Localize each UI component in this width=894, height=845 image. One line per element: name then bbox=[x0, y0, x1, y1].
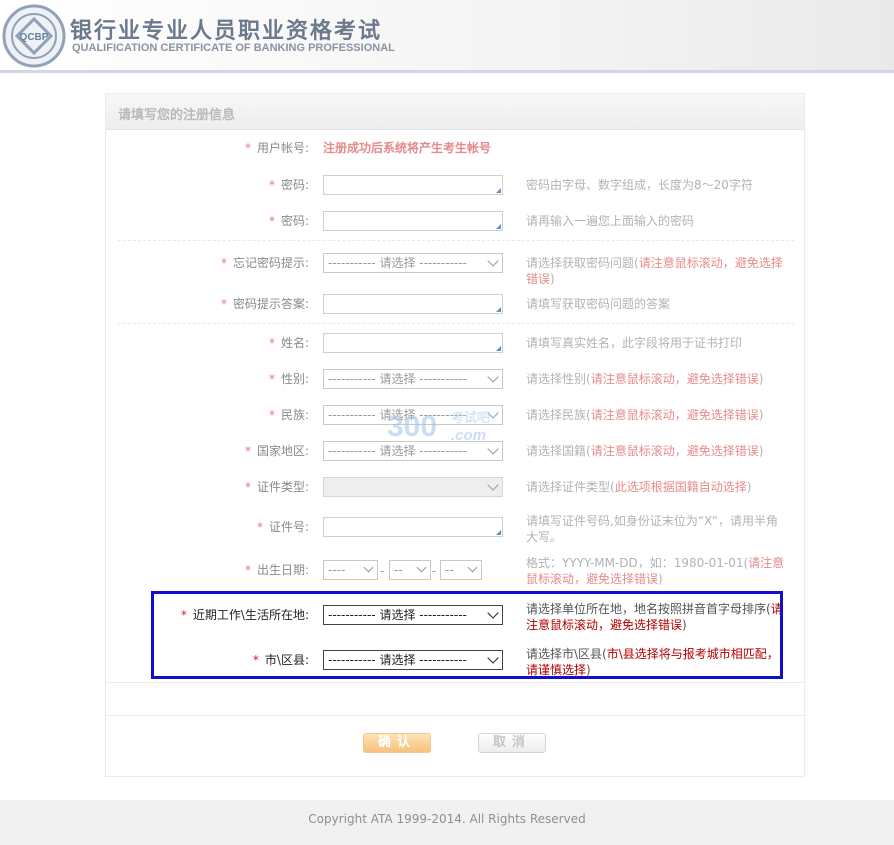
cancel-button[interactable]: 取消 bbox=[478, 733, 546, 753]
required-mark: * bbox=[268, 336, 275, 350]
resize-grip-icon bbox=[496, 346, 501, 351]
row-id-number: * 证件号: 请填写证件号码,如身份证末位为“X”，请用半角大写。 bbox=[106, 514, 804, 544]
password-input[interactable] bbox=[323, 175, 503, 195]
row-name: * 姓名: 请填写真实姓名，此字段将用于证书打印 bbox=[106, 331, 804, 355]
chevron-down-icon bbox=[487, 479, 499, 491]
label-id-type: 证件类型: bbox=[256, 480, 309, 494]
row-birth: * 出生日期: ---- - -- - -- 格式：YYYY-MM-DD，如：19… bbox=[106, 556, 804, 586]
label-name: 姓名: bbox=[280, 336, 309, 350]
password-confirm-hint: 请再输入一遍您上面输入的密码 bbox=[526, 214, 695, 228]
required-mark: * bbox=[220, 297, 227, 311]
pw-answer-hint: 请填写获取密码问题的答案 bbox=[526, 297, 671, 311]
country-hint: 请选择国籍(请注意鼠标滚动，避免选择错误) bbox=[526, 444, 764, 458]
watermark-number: 300 bbox=[387, 410, 437, 443]
label-gender: 性别: bbox=[280, 372, 309, 386]
id-number-hint: 请填写证件号码,如身份证末位为“X”，请用半角大写。 bbox=[526, 514, 778, 544]
watermark-text: 考试吧 bbox=[451, 410, 490, 426]
birth-day-select[interactable]: -- bbox=[440, 560, 482, 580]
resize-grip-icon bbox=[496, 307, 501, 312]
label-ethnicity: 民族: bbox=[280, 408, 309, 422]
row-gender: * 性别: ----------- 请选择 ----------- 请选择性别(请… bbox=[106, 367, 804, 391]
resize-grip-icon bbox=[496, 188, 501, 193]
chevron-down-icon bbox=[467, 562, 478, 573]
label-pw-answer: 密码提示答案: bbox=[232, 297, 309, 311]
label-pw-question: 忘记密码提示: bbox=[232, 256, 309, 270]
chevron-down-icon bbox=[363, 562, 374, 573]
highlight-box bbox=[151, 591, 783, 679]
birth-year-select[interactable]: ---- bbox=[323, 560, 378, 580]
section-separator bbox=[118, 240, 794, 241]
account-notice: 注册成功后系统将产生考生帐号 bbox=[323, 141, 492, 155]
birth-month-select[interactable]: -- bbox=[389, 560, 431, 580]
chevron-down-icon bbox=[487, 255, 499, 267]
label-id-number: 证件号: bbox=[268, 520, 309, 534]
required-mark: * bbox=[256, 520, 263, 534]
gender-hint: 请选择性别(请注意鼠标滚动，避免选择错误) bbox=[526, 372, 764, 386]
name-input[interactable] bbox=[323, 333, 503, 353]
panel-title-bar: 请填写您的注册信息 bbox=[106, 94, 804, 130]
pw-answer-input[interactable] bbox=[323, 294, 503, 314]
form-divider bbox=[106, 682, 804, 683]
row-pw-question: * 忘记密码提示: ----------- 请选择 ----------- 请选择… bbox=[106, 251, 804, 286]
date-separator: - bbox=[432, 564, 437, 578]
label-birth: 出生日期: bbox=[256, 563, 309, 577]
page-footer: Copyright ATA 1999-2014. All Rights Rese… bbox=[0, 800, 894, 845]
header-divider bbox=[0, 70, 894, 73]
label-country: 国家地区: bbox=[256, 444, 309, 458]
password-confirm-input[interactable] bbox=[323, 211, 503, 231]
label-password-confirm: 密码: bbox=[280, 214, 309, 228]
id-type-hint: 请选择证件类型(此选项根据国籍自动选择) bbox=[526, 480, 752, 494]
pw-question-select[interactable]: ----------- 请选择 ----------- bbox=[323, 253, 503, 273]
password-hint: 密码由字母、数字组成，长度为8～20字符 bbox=[526, 178, 753, 192]
row-account: * 用户帐号: 注册成功后系统将产生考生帐号 bbox=[106, 136, 804, 160]
gender-select[interactable]: ----------- 请选择 ----------- bbox=[323, 369, 503, 389]
resize-grip-icon bbox=[496, 530, 501, 535]
required-mark: * bbox=[244, 444, 251, 458]
site-title-cn: 银行业专业人员职业资格考试 bbox=[70, 19, 383, 44]
section-separator bbox=[118, 323, 794, 324]
section-title: 请填写您的注册信息 bbox=[118, 108, 236, 123]
pw-question-hint: 请选择获取密码问题(请注意鼠标滚动，避免选择错误) bbox=[526, 256, 783, 286]
copyright-text: Copyright ATA 1999-2014. All Rights Rese… bbox=[308, 812, 586, 826]
ethnicity-hint: 请选择民族(请注意鼠标滚动，避免选择错误) bbox=[526, 408, 764, 422]
row-password: * 密码: 密码由字母、数字组成，长度为8～20字符 bbox=[106, 173, 804, 197]
birth-hint: 格式：YYYY-MM-DD，如：1980-01-01(请注意鼠标滚动，避免选择错… bbox=[526, 556, 785, 586]
logo-badge-text: QCBP bbox=[20, 32, 49, 43]
required-mark: * bbox=[268, 372, 275, 386]
required-mark: * bbox=[268, 178, 275, 192]
required-mark: * bbox=[220, 256, 227, 270]
chevron-down-icon bbox=[416, 562, 427, 573]
required-mark: * bbox=[244, 141, 251, 155]
watermark-domain: .com bbox=[451, 427, 486, 444]
resize-grip-icon bbox=[496, 224, 501, 229]
watermark-logo: 300 考试吧 .com bbox=[387, 410, 490, 444]
id-type-select[interactable] bbox=[323, 477, 503, 497]
id-number-input[interactable] bbox=[323, 517, 503, 537]
row-password-confirm: * 密码: 请再输入一遍您上面输入的密码 bbox=[106, 209, 804, 233]
label-account: 用户帐号: bbox=[256, 141, 309, 155]
name-hint: 请填写真实姓名，此字段将用于证书打印 bbox=[526, 336, 743, 350]
date-separator: - bbox=[380, 564, 385, 578]
site-header: QCBP 银行业专业人员职业资格考试 QUALIFICATION CERTIFI… bbox=[0, 0, 894, 72]
required-mark: * bbox=[268, 408, 275, 422]
site-title-en: QUALIFICATION CERTIFICATE OF BANKING PRO… bbox=[72, 42, 395, 54]
row-id-type: * 证件类型: 请选择证件类型(此选项根据国籍自动选择) bbox=[106, 475, 804, 499]
qcbp-logo-icon: QCBP bbox=[2, 4, 66, 68]
label-password: 密码: bbox=[280, 178, 309, 192]
confirm-button[interactable]: 确认 bbox=[363, 733, 431, 753]
required-mark: * bbox=[244, 563, 251, 577]
row-pw-answer: * 密码提示答案: 请填写获取密码问题的答案 bbox=[106, 292, 804, 316]
form-divider bbox=[106, 715, 804, 716]
required-mark: * bbox=[268, 214, 275, 228]
chevron-down-icon bbox=[487, 371, 499, 383]
select-placeholder: ----------- 请选择 ----------- bbox=[328, 256, 467, 270]
required-mark: * bbox=[244, 480, 251, 494]
